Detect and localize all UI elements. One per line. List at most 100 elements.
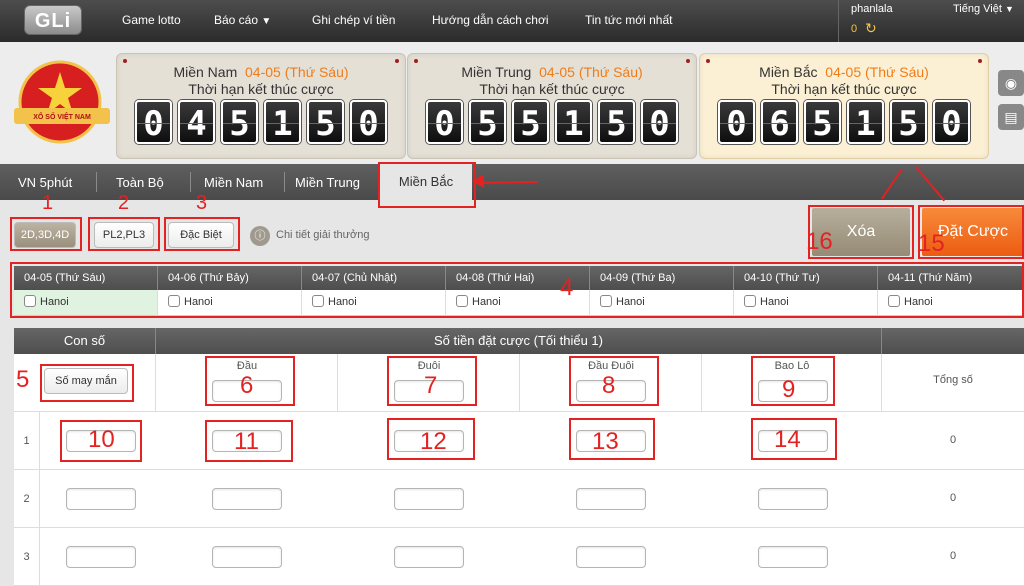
tab-mien-trung[interactable]: Miền Trung: [295, 175, 360, 190]
number-input[interactable]: [66, 546, 136, 568]
label-dau: Đầu: [236, 360, 258, 372]
city-label: Hanoi: [472, 296, 501, 308]
nav-wallet-history[interactable]: Ghi chép ví tiền: [312, 13, 395, 27]
tab-vn-5phut[interactable]: VN 5phút: [18, 175, 72, 190]
number-input[interactable]: [66, 430, 136, 452]
panel-title: Miền Bắc 04-05 (Thứ Sáu): [700, 64, 988, 80]
panel-region: Miền Trung: [461, 64, 532, 80]
refresh-icon[interactable]: ↻: [865, 20, 877, 37]
number-input[interactable]: [66, 488, 136, 510]
label-duoi: Đuôi: [417, 360, 441, 372]
draw-date-selector: 04-05 (Thứ Sáu) Hanoi 04-06 (Thứ Bảy) Ha…: [14, 266, 1024, 316]
row-number: 1: [14, 412, 40, 470]
amount-input-duoi[interactable]: [394, 430, 464, 452]
nav-reports[interactable]: Báo cáo ▼: [214, 13, 271, 27]
annotation-arrowhead: [472, 174, 484, 188]
amount-input-dau-duoi[interactable]: [576, 488, 646, 510]
tab-separator: [96, 172, 97, 192]
amount-input-dau[interactable]: [212, 488, 282, 510]
countdown-digit: 5: [512, 100, 549, 144]
amount-input-bao-lo[interactable]: [758, 430, 828, 452]
nav-game-lotto[interactable]: Game lotto: [122, 13, 181, 27]
header-input-bao-lo[interactable]: [758, 380, 828, 402]
panel-date: 04-05 (Thứ Sáu): [539, 64, 643, 80]
amount-input-bao-lo[interactable]: [758, 488, 828, 510]
clear-button[interactable]: Xóa: [812, 208, 910, 256]
amount-input-dau[interactable]: [212, 546, 282, 568]
checkbox[interactable]: [168, 295, 180, 307]
language-label: Tiếng Việt: [953, 3, 1002, 15]
date-checkbox-row[interactable]: Hanoi: [14, 290, 158, 316]
panel-title: Miền Nam 04-05 (Thứ Sáu): [117, 64, 405, 80]
city-label: Hanoi: [616, 296, 645, 308]
nav-latest-news[interactable]: Tin tức mới nhất: [585, 13, 672, 27]
gli-logo[interactable]: GLi: [24, 5, 82, 35]
date-checkbox-row[interactable]: Hanoi: [590, 290, 734, 316]
balance: 0: [851, 23, 858, 35]
date-checkbox-row[interactable]: Hanoi: [302, 290, 446, 316]
row-total: 0: [949, 492, 957, 504]
panel-mien-bac: Miền Bắc 04-05 (Thứ Sáu) Thời hạn kết th…: [699, 53, 989, 159]
date-checkbox-row[interactable]: Hanoi: [734, 290, 878, 316]
amount-input-bao-lo[interactable]: [758, 546, 828, 568]
header-input-dau[interactable]: [212, 380, 282, 402]
header-input-dau-duoi[interactable]: [576, 380, 646, 402]
date-column: 04-06 (Thứ Bảy) Hanoi: [158, 266, 302, 316]
tab-mien-nam[interactable]: Miền Nam: [204, 175, 263, 190]
chevron-down-icon: ▼: [1004, 4, 1014, 14]
tab-mien-bac[interactable]: Miền Bắc: [380, 164, 472, 200]
date-checkbox-row[interactable]: Hanoi: [446, 290, 590, 316]
date-column: 04-08 (Thứ Hai) Hanoi: [446, 266, 590, 316]
countdown-digit: 6: [761, 100, 798, 144]
table-row: [14, 528, 1024, 586]
bet-type-2d-3d-4d[interactable]: 2D,3D,4D: [14, 222, 76, 248]
panel-rivet: [686, 59, 690, 63]
place-bet-button[interactable]: Đặt Cược: [922, 208, 1024, 256]
bet-type-pl2-pl3[interactable]: PL2,PL3: [94, 222, 154, 248]
row-number: 2: [14, 470, 40, 528]
amount-input-dau-duoi[interactable]: [576, 546, 646, 568]
vietnam-lottery-emblem: XỔ SỐ VIỆT NAM: [14, 60, 110, 144]
date-column: 04-10 (Thứ Tư) Hanoi: [734, 266, 878, 316]
amount-input-duoi[interactable]: [394, 488, 464, 510]
date-column: 04-05 (Thứ Sáu) Hanoi: [14, 266, 158, 316]
countdown-digit: 1: [555, 100, 592, 144]
panel-subtitle: Thời hạn kết thúc cược: [771, 81, 917, 97]
lucky-number-button[interactable]: Số may mắn: [44, 368, 128, 394]
checkbox[interactable]: [888, 295, 900, 307]
date-checkbox-row[interactable]: Hanoi: [878, 290, 1024, 316]
countdown-digit: 0: [718, 100, 755, 144]
city-label: Hanoi: [760, 296, 789, 308]
amount-input-duoi[interactable]: [394, 546, 464, 568]
bet-grid: Con số Số tiền đặt cược (Tối thiểu 1) Số…: [14, 328, 1024, 586]
city-label: Hanoi: [328, 296, 357, 308]
city-label: Hanoi: [904, 296, 933, 308]
nav-how-to-play[interactable]: Hướng dẫn cách chơi: [432, 13, 549, 27]
date-column: 04-07 (Chủ Nhật) Hanoi: [302, 266, 446, 316]
checkbox[interactable]: [312, 295, 324, 307]
amount-input-dau-duoi[interactable]: [576, 430, 646, 452]
panel-region: Miền Nam: [173, 64, 238, 80]
document-icon[interactable]: ▤: [998, 104, 1024, 130]
bet-type-dac-biet[interactable]: Đặc Biệt: [168, 222, 234, 248]
date-column: 04-09 (Thứ Ba) Hanoi: [590, 266, 734, 316]
date-header: 04-10 (Thứ Tư): [734, 266, 878, 290]
panel-date: 04-05 (Thứ Sáu): [825, 64, 929, 80]
date-checkbox-row[interactable]: Hanoi: [158, 290, 302, 316]
table-row: [14, 412, 1024, 470]
checkbox[interactable]: [744, 295, 756, 307]
checkbox[interactable]: [600, 295, 612, 307]
checkbox[interactable]: [24, 295, 36, 307]
tab-toan-bo[interactable]: Toàn Bộ: [116, 175, 164, 190]
language-selector[interactable]: Tiếng Việt ▼: [953, 3, 1014, 15]
countdown-digits: 0 5 5 1 5 0: [426, 100, 678, 144]
prize-detail-link[interactable]: Chi tiết giải thưởng: [276, 229, 369, 241]
panel-rivet: [395, 59, 399, 63]
amount-input-dau[interactable]: [212, 430, 282, 452]
checkbox[interactable]: [456, 295, 468, 307]
header-input-duoi[interactable]: [394, 380, 464, 402]
panel-rivet: [123, 59, 127, 63]
globe-icon[interactable]: ◉: [998, 70, 1024, 96]
user-area: phanlala 0 ↻ Tiếng Việt ▼: [838, 0, 1024, 42]
prize-info-icon[interactable]: ⓘ: [250, 226, 270, 246]
